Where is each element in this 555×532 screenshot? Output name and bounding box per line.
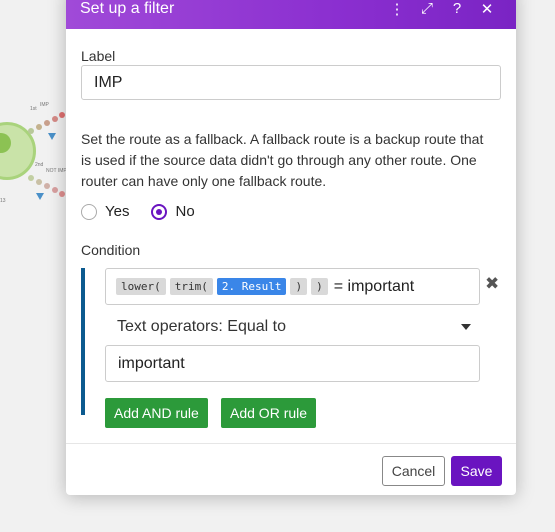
dialog-header: Set up a filter ⋮ ⤢ ? ✕ [66,0,516,29]
fallback-description: Set the route as a fallback. A fallback … [81,131,484,189]
save-button[interactable]: Save [451,456,502,486]
function-pill-close-paren[interactable]: ) [290,278,308,295]
more-vert-icon[interactable]: ⋮ [382,0,412,18]
fallback-no-radio[interactable] [151,203,168,220]
route-label-second: 2nd [35,162,44,168]
chevron-down-icon [461,324,471,330]
fallback-radio-group: Yes No [81,203,217,220]
filter-icon-bottom[interactable] [36,193,44,200]
variable-pill-result[interactable]: 2. Result [216,278,287,295]
route-label-first: 1st [30,106,37,112]
condition-expression-field[interactable]: lower( trim( 2. Result ) ) = important [105,268,480,305]
label-field-label: Label [81,48,116,64]
fallback-yes-radio[interactable] [81,203,97,220]
expression-text: = important [333,277,415,295]
add-and-rule-button[interactable]: Add AND rule [105,398,208,428]
cancel-button[interactable]: Cancel [382,456,445,486]
label-input[interactable]: IMP [81,65,501,100]
dialog-title: Set up a filter [80,0,175,17]
filter-icon-top[interactable] [48,133,56,140]
close-icon[interactable]: ✕ [472,0,502,18]
node-id-label: 13 [0,198,6,204]
function-pill-lower[interactable]: lower( [116,278,166,295]
add-or-rule-button[interactable]: Add OR rule [221,398,317,428]
condition-block: lower( trim( 2. Result ) ) = important T… [81,268,480,428]
fallback-no-label[interactable]: No [175,203,194,220]
dialog-footer: Cancel Save [66,443,516,495]
operator-select[interactable]: Text operators: Equal to [105,313,475,341]
function-pill-close-paren[interactable]: ) [311,278,328,295]
expand-icon[interactable]: ⤢ [412,0,442,17]
function-pill-trim[interactable]: trim( [169,278,213,295]
help-icon[interactable]: ? [442,0,472,17]
route-label-not-imp: NOT IMP [46,168,67,174]
route-label-imp: IMP [40,102,49,108]
operator-value: Text operators: Equal to [117,318,286,335]
filter-dialog: Set up a filter ⋮ ⤢ ? ✕ Label IMP Set th… [66,0,516,495]
condition-value-input[interactable]: important [105,345,480,382]
condition-label: Condition [81,242,141,258]
fallback-yes-label[interactable]: Yes [105,203,129,220]
remove-condition-icon[interactable]: ✖ [485,274,499,294]
router-node-icon [0,133,11,153]
